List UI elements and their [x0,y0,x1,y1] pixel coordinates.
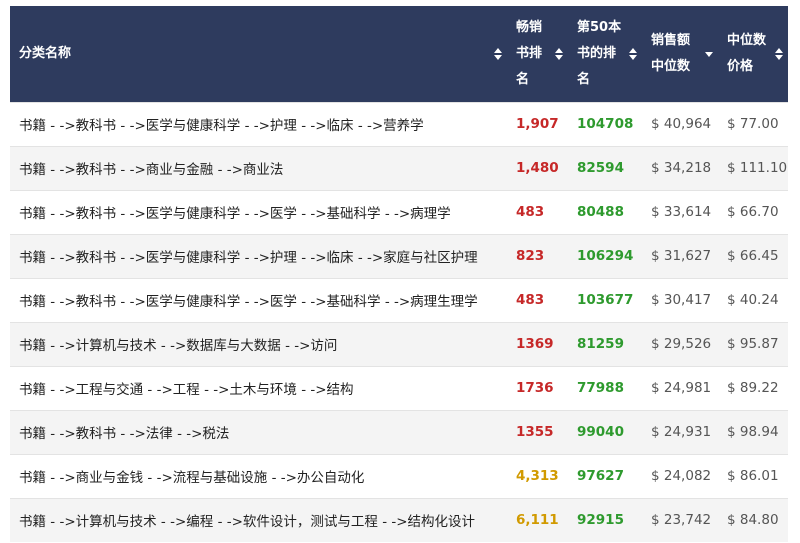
header-label: 销售额中位数 [651,32,691,74]
bestseller-rank-cell: 4,313 [507,453,568,498]
median-price-cell: $ 40.24 [718,277,788,322]
median-sales-cell: $ 30,417 [642,277,718,322]
sort-both-icon[interactable] [494,47,502,60]
median-price-cell: $ 66.70 [718,189,788,234]
median-price-cell: $ 98.94 [718,409,788,454]
category-cell: 书籍 - ->商业与金钱 - ->流程与基础设施 - ->办公自动化 [10,453,507,498]
header-label: 分类名称 [19,45,72,61]
bestseller-rank-cell: 1355 [507,409,568,454]
table-header: 分类名称 畅销书排名 第50本书的排名 销售额中位数 中位数价格 [10,6,788,102]
table-row[interactable]: 书籍 - ->商业与金钱 - ->流程与基础设施 - ->办公自动化 4,313… [10,453,788,498]
median-sales-cell: $ 40,964 [642,101,718,146]
header-median-sales[interactable]: 销售额中位数 [642,6,718,102]
category-cell: 书籍 - ->工程与交通 - ->工程 - ->土木与环境 - ->结构 [10,365,507,410]
table-row[interactable]: 书籍 - ->计算机与技术 - ->数据库与大数据 - ->访问 1369 81… [10,321,788,366]
header-median-price[interactable]: 中位数价格 [718,6,788,102]
median-price-cell: $ 84.80 [718,497,788,542]
table-row[interactable]: 书籍 - ->教科书 - ->商业与金融 - ->商业法 1,480 82594… [10,145,788,190]
category-cell: 书籍 - ->教科书 - ->医学与健康科学 - ->医学 - ->基础科学 -… [10,189,507,234]
header-label: 第50本书的排名 [577,19,622,87]
sort-down-icon[interactable] [705,48,713,60]
rank-50th-cell: 80488 [568,189,642,234]
header-label: 中位数价格 [727,32,767,74]
category-cell: 书籍 - ->教科书 - ->医学与健康科学 - ->护理 - ->临床 - -… [10,101,507,146]
table-row[interactable]: 书籍 - ->教科书 - ->医学与健康科学 - ->护理 - ->临床 - -… [10,233,788,278]
category-cell: 书籍 - ->教科书 - ->医学与健康科学 - ->护理 - ->临床 - -… [10,233,507,278]
category-cell: 书籍 - ->教科书 - ->商业与金融 - ->商业法 [10,145,507,190]
rank-50th-cell: 92915 [568,497,642,542]
bestseller-rank-cell: 1,480 [507,145,568,190]
median-price-cell: $ 95.87 [718,321,788,366]
header-rank-50th[interactable]: 第50本书的排名 [568,6,642,102]
median-price-cell: $ 89.22 [718,365,788,410]
table-row[interactable]: 书籍 - ->教科书 - ->医学与健康科学 - ->医学 - ->基础科学 -… [10,189,788,234]
median-price-cell: $ 111.10 [718,145,788,190]
category-cell: 书籍 - ->教科书 - ->医学与健康科学 - ->医学 - ->基础科学 -… [10,277,507,322]
header-bestseller-rank[interactable]: 畅销书排名 [507,6,568,102]
median-sales-cell: $ 34,218 [642,145,718,190]
table-row[interactable]: 书籍 - ->教科书 - ->法律 - ->税法 1355 99040 $ 24… [10,409,788,454]
rank-50th-cell: 81259 [568,321,642,366]
rank-50th-cell: 77988 [568,365,642,410]
bestseller-rank-cell: 483 [507,189,568,234]
median-sales-cell: $ 23,742 [642,497,718,542]
bestseller-rank-cell: 1369 [507,321,568,366]
bestseller-rank-cell: 1736 [507,365,568,410]
table-body: 书籍 - ->教科书 - ->医学与健康科学 - ->护理 - ->临床 - -… [10,101,788,542]
rank-50th-cell: 99040 [568,409,642,454]
header-row: 分类名称 畅销书排名 第50本书的排名 销售额中位数 中位数价格 [10,6,788,102]
category-cell: 书籍 - ->教科书 - ->法律 - ->税法 [10,409,507,454]
table-row[interactable]: 书籍 - ->工程与交通 - ->工程 - ->土木与环境 - ->结构 173… [10,365,788,410]
data-table: 分类名称 畅销书排名 第50本书的排名 销售额中位数 中位数价格 书籍 - ->… [10,6,788,542]
median-price-cell: $ 66.45 [718,233,788,278]
sort-both-icon[interactable] [629,47,637,60]
median-sales-cell: $ 24,981 [642,365,718,410]
category-table: 分类名称 畅销书排名 第50本书的排名 销售额中位数 中位数价格 书籍 - ->… [10,6,788,542]
rank-50th-cell: 82594 [568,145,642,190]
rank-50th-cell: 103677 [568,277,642,322]
rank-50th-cell: 104708 [568,101,642,146]
median-sales-cell: $ 24,082 [642,453,718,498]
rank-50th-cell: 97627 [568,453,642,498]
median-sales-cell: $ 29,526 [642,321,718,366]
median-price-cell: $ 86.01 [718,453,788,498]
median-sales-cell: $ 31,627 [642,233,718,278]
median-sales-cell: $ 24,931 [642,409,718,454]
bestseller-rank-cell: 823 [507,233,568,278]
median-price-cell: $ 77.00 [718,101,788,146]
category-cell: 书籍 - ->计算机与技术 - ->数据库与大数据 - ->访问 [10,321,507,366]
bestseller-rank-cell: 1,907 [507,101,568,146]
table-row[interactable]: 书籍 - ->教科书 - ->医学与健康科学 - ->医学 - ->基础科学 -… [10,277,788,322]
rank-50th-cell: 106294 [568,233,642,278]
category-cell: 书籍 - ->计算机与技术 - ->编程 - ->软件设计，测试与工程 - ->… [10,497,507,542]
table-row[interactable]: 书籍 - ->计算机与技术 - ->编程 - ->软件设计，测试与工程 - ->… [10,497,788,542]
table-row[interactable]: 书籍 - ->教科书 - ->医学与健康科学 - ->护理 - ->临床 - -… [10,101,788,146]
median-sales-cell: $ 33,614 [642,189,718,234]
sort-both-icon[interactable] [555,47,563,60]
header-category[interactable]: 分类名称 [10,6,507,102]
sort-both-icon[interactable] [775,47,783,60]
bestseller-rank-cell: 6,111 [507,497,568,542]
bestseller-rank-cell: 483 [507,277,568,322]
